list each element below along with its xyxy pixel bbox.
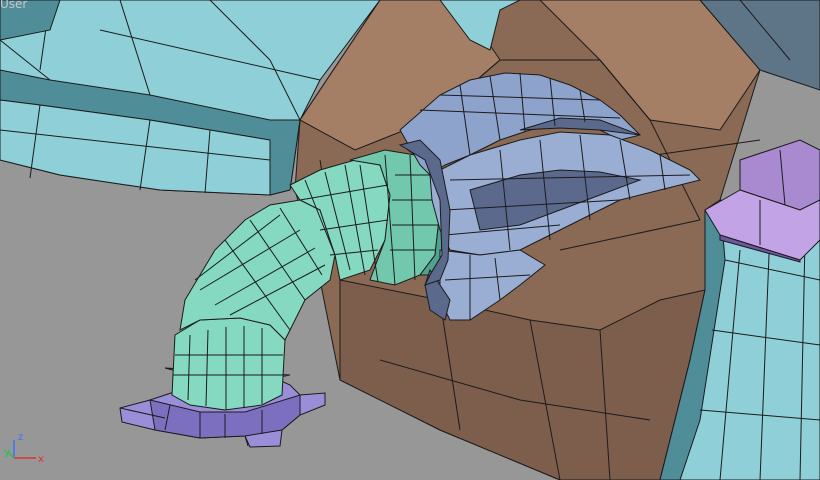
z-axis-label: z bbox=[18, 432, 23, 443]
viewport-scene bbox=[0, 0, 820, 480]
y-axis-label: y bbox=[4, 447, 10, 458]
3d-viewport[interactable]: User z x y bbox=[0, 0, 820, 480]
axis-gizmo: z x y bbox=[4, 432, 44, 465]
x-axis-label: x bbox=[38, 454, 44, 465]
viewport-label[interactable]: User bbox=[0, 0, 27, 11]
